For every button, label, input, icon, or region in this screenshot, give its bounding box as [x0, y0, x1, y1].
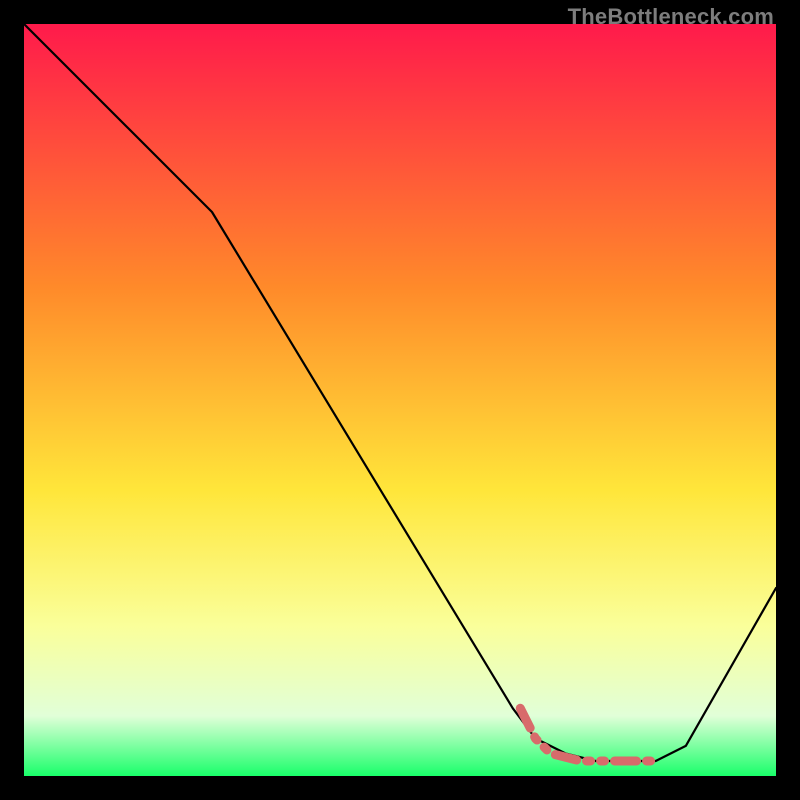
bottleneck-chart	[24, 24, 776, 776]
watermark-text: TheBottleneck.com	[568, 4, 774, 30]
chart-frame	[24, 24, 776, 776]
